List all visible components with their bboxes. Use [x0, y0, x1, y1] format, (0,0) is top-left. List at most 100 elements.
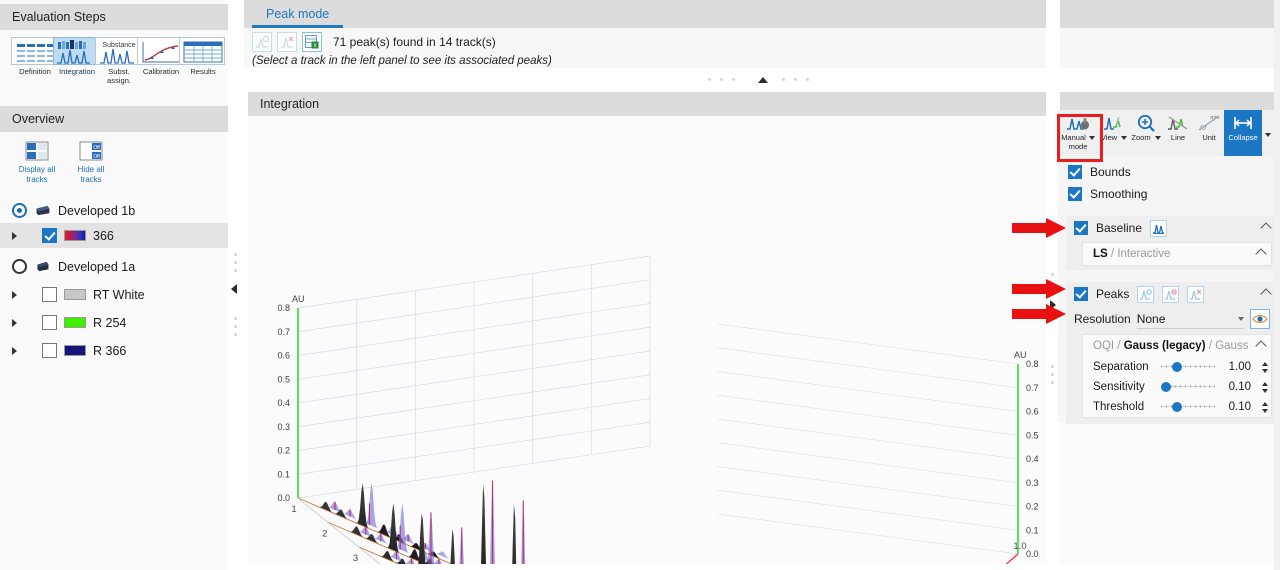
separation-slider-knob[interactable] — [1171, 362, 1182, 372]
step-substance-assign-shape: Substance — [95, 37, 143, 65]
expand-triangle-icon[interactable] — [12, 318, 17, 327]
threshold-slider[interactable] — [1161, 400, 1215, 414]
checkbox-rt-white[interactable] — [42, 287, 57, 302]
checkbox-366[interactable] — [42, 228, 57, 243]
peak-minus-button[interactable] — [1162, 285, 1180, 303]
peak-remove-button[interactable] — [1187, 285, 1205, 303]
separation-value: 1.00 — [1228, 361, 1251, 373]
manual-mode-button[interactable]: Manual mode — [1058, 110, 1098, 156]
step-definition[interactable]: Definition — [11, 37, 57, 76]
radio-developed-1a[interactable] — [12, 259, 27, 274]
view-icon — [1098, 113, 1130, 133]
tree-group-developed-1b[interactable]: Developed 1b — [0, 198, 228, 223]
svg-text:0.6: 0.6 — [277, 351, 290, 361]
tab-peak-mode[interactable]: Peak mode — [252, 0, 344, 28]
view-button[interactable]: View — [1098, 110, 1130, 156]
smoothing-checkbox[interactable] — [1068, 187, 1082, 201]
tree-group-developed-1a[interactable]: Developed 1a — [0, 254, 228, 279]
toolbar-overflow-button[interactable] — [1262, 110, 1274, 156]
expand-triangle-icon[interactable] — [12, 346, 17, 355]
peaks-checkbox[interactable] — [1074, 287, 1088, 301]
smoothing-row[interactable]: Smoothing — [1058, 184, 1276, 204]
sensitivity-slider-row[interactable]: Sensitivity 0.10 — [1083, 377, 1271, 397]
peak-mode-toolbar: x 71 peak(s) found in 14 track(s) — [244, 28, 1280, 52]
step-substance-assign-label: Subst. assign. — [106, 67, 132, 85]
baseline-row[interactable]: Baseline — [1066, 216, 1276, 240]
step-calibration-label: Calibration — [142, 67, 180, 76]
baseline-mode-chevron-icon[interactable] — [1255, 248, 1267, 260]
delete-peak-button[interactable] — [277, 32, 297, 52]
step-definition-label: Definition — [19, 67, 51, 76]
unit-button[interactable]: mm Rf Unit — [1194, 110, 1224, 156]
checkbox-r-366[interactable] — [42, 343, 57, 358]
svg-text:0.7: 0.7 — [1026, 383, 1039, 393]
left-splitter[interactable] — [228, 0, 244, 570]
expand-triangle-icon[interactable] — [12, 290, 17, 299]
line-button[interactable]: Line — [1162, 110, 1194, 156]
checkbox-r-254[interactable] — [42, 315, 57, 330]
radio-developed-1b[interactable] — [12, 203, 27, 218]
sensitivity-stepper[interactable] — [1260, 381, 1269, 393]
splitter-collapse-arrow-icon[interactable] — [758, 77, 768, 83]
export-peaks-button[interactable]: x — [302, 32, 322, 52]
peak-detect-button[interactable] — [1137, 285, 1155, 303]
horizontal-splitter[interactable] — [244, 68, 1280, 92]
peak-mode-body: x 71 peak(s) found in 14 track(s) (Selec… — [244, 28, 1280, 68]
svg-text:Off: Off — [93, 145, 100, 151]
threshold-slider-knob[interactable] — [1171, 402, 1182, 412]
splitter-dots — [708, 78, 735, 81]
tree-item-r-254[interactable]: R 254 — [0, 310, 228, 335]
separation-stepper[interactable] — [1260, 361, 1269, 373]
baseline-checkbox[interactable] — [1074, 221, 1088, 235]
sensitivity-slider-knob[interactable] — [1161, 382, 1171, 392]
step-integration[interactable]: Integration — [53, 37, 99, 76]
expand-triangle-icon[interactable] — [12, 231, 17, 240]
separation-slider[interactable] — [1161, 360, 1215, 374]
integration-options: Bounds Smoothing — [1058, 162, 1276, 204]
baseline-collapse-chevron-icon[interactable] — [1260, 222, 1272, 234]
splitter-collapse-arrow-icon[interactable] — [231, 284, 237, 294]
resolution-select[interactable]: None — [1136, 309, 1244, 329]
separation-slider-row[interactable]: Separation 1.00 — [1083, 357, 1271, 377]
threshold-label: Threshold — [1093, 401, 1145, 413]
svg-text:0.5: 0.5 — [1026, 430, 1039, 440]
add-peak-button[interactable] — [252, 32, 272, 52]
splitter-dots — [782, 78, 809, 81]
baseline-peaks-icon-button[interactable] — [1150, 219, 1168, 237]
display-all-tracks-button[interactable]: Display all tracks — [16, 140, 58, 184]
resolution-row[interactable]: Resolution None — [1066, 306, 1276, 332]
peaks-row[interactable]: Peaks — [1066, 282, 1276, 306]
resolution-preview-button[interactable] — [1250, 309, 1270, 329]
zoom-icon — [1130, 113, 1162, 133]
svg-text:1.0: 1.0 — [1013, 541, 1026, 552]
baseline-peaks-icon — [1153, 224, 1165, 234]
collapse-button[interactable]: Collapse — [1224, 110, 1262, 156]
display-all-tracks-label: Display all tracks — [18, 165, 56, 184]
step-calibration[interactable]: Calibration — [137, 37, 183, 76]
bounds-checkbox[interactable] — [1068, 165, 1082, 179]
step-substance-assign[interactable]: Substance Subst. assign. — [95, 37, 143, 85]
evaluation-steps-title: Evaluation Steps — [0, 4, 228, 30]
baseline-mode-row[interactable]: LS / Interactive — [1082, 242, 1272, 266]
svg-text:0.6: 0.6 — [1026, 407, 1039, 417]
bounds-row[interactable]: Bounds — [1058, 162, 1276, 182]
step-results[interactable]: Results — [179, 37, 225, 76]
svg-text:1: 1 — [291, 504, 296, 515]
splitter-collapse-arrow-icon[interactable] — [1050, 300, 1056, 310]
track-tree: Developed 1b 366 Developed 1a RT White R… — [0, 198, 228, 363]
right-scrollbar[interactable] — [1274, 0, 1280, 570]
plate-icon — [37, 261, 49, 272]
peaks-collapse-chevron-icon[interactable] — [1260, 288, 1272, 300]
tree-item-366[interactable]: 366 — [0, 223, 228, 248]
sensitivity-slider[interactable] — [1161, 380, 1215, 394]
threshold-slider-row[interactable]: Threshold 0.10 — [1083, 397, 1271, 417]
tree-item-rt-white[interactable]: RT White — [0, 282, 228, 307]
fit-mode-row[interactable]: OQI / Gauss (legacy) / Gauss — [1083, 335, 1271, 357]
fit-mode-text: OQI / Gauss (legacy) / Gauss — [1093, 340, 1249, 352]
hide-all-tracks-button[interactable]: Off Off Hide all tracks — [70, 140, 112, 184]
zoom-button[interactable]: Zoom — [1130, 110, 1162, 156]
baseline-section: Baseline LS / Interactive — [1066, 216, 1276, 270]
threshold-stepper[interactable] — [1260, 401, 1269, 413]
fit-collapse-chevron-icon[interactable] — [1255, 340, 1267, 352]
tree-item-r-366[interactable]: R 366 — [0, 338, 228, 363]
